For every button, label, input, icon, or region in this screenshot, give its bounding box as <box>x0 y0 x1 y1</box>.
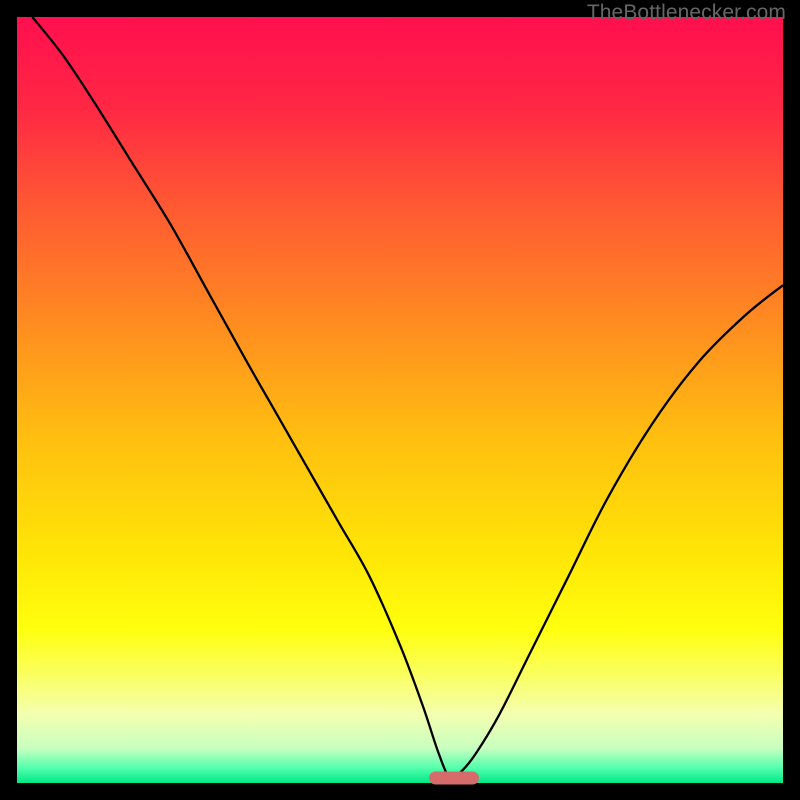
minimum-marker <box>429 771 479 784</box>
bottleneck-curve <box>17 17 783 783</box>
chart-frame: TheBottlenecker.com <box>0 0 800 800</box>
watermark-label: TheBottlenecker.com <box>587 1 786 25</box>
plot-area <box>17 17 783 783</box>
